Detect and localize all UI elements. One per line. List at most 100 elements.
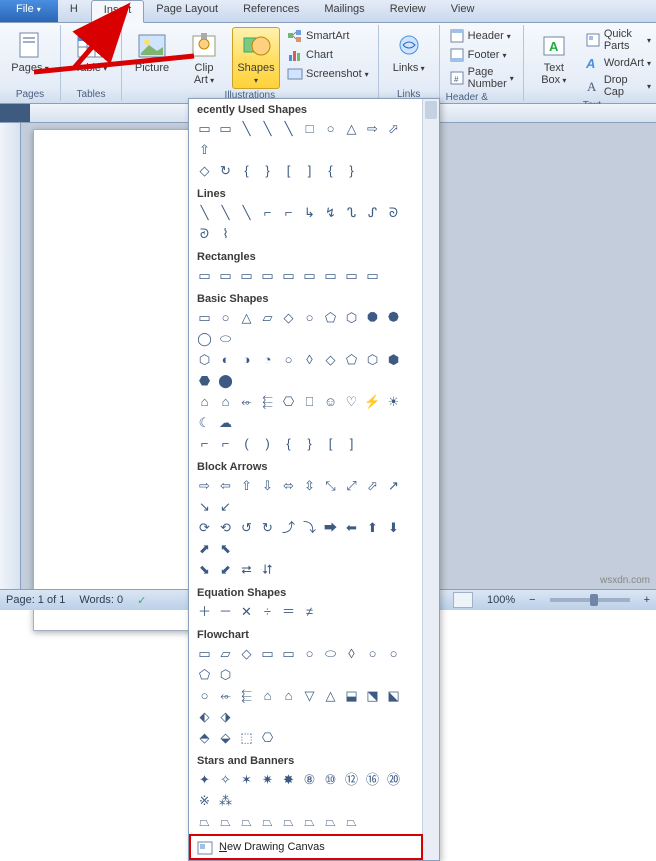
shape-item[interactable]: ╲ xyxy=(237,203,256,222)
shape-item[interactable]: ⯃ xyxy=(363,308,382,327)
shape-item[interactable]: △ xyxy=(321,686,340,705)
shape-item[interactable]: ▭ xyxy=(279,644,298,663)
shape-item[interactable]: ↻ xyxy=(216,161,235,180)
shape-item[interactable]: ↺ xyxy=(237,518,256,537)
shape-item[interactable]: { xyxy=(321,161,340,180)
footer-button[interactable]: Footer ▾ xyxy=(446,46,517,64)
shape-item[interactable]: ▭ xyxy=(195,266,214,285)
shape-item[interactable]: ⬰ xyxy=(237,392,256,411)
shape-item[interactable]: ⮕ xyxy=(321,518,340,537)
shape-item[interactable]: } xyxy=(300,434,319,453)
shape-item[interactable]: ◔ xyxy=(258,350,277,369)
shape-item[interactable]: ⇧ xyxy=(237,476,256,495)
shape-item[interactable]: ⚡ xyxy=(363,392,382,411)
shape-item[interactable]: ⌐ xyxy=(195,434,214,453)
clipart-button[interactable]: Clip Art xyxy=(180,27,228,89)
shape-item[interactable]: ↘ xyxy=(195,497,214,516)
shape-item[interactable]: △ xyxy=(237,308,256,327)
shape-item[interactable]: ) xyxy=(258,434,277,453)
status-words[interactable]: Words: 0 xyxy=(79,594,123,606)
shape-item[interactable]: ] xyxy=(300,161,319,180)
shape-item[interactable]: ⬭ xyxy=(216,329,235,348)
scrollbar-thumb[interactable] xyxy=(425,101,437,119)
zoom-slider[interactable] xyxy=(550,598,630,602)
shape-item[interactable]: ◇ xyxy=(321,350,340,369)
shape-item[interactable]: ⏢ xyxy=(321,812,340,831)
shape-item[interactable]: ▭ xyxy=(237,266,256,285)
shape-item[interactable]: ⌂ xyxy=(195,392,214,411)
shape-item[interactable]: ⬗ xyxy=(216,707,235,726)
shape-item[interactable]: ✦ xyxy=(195,770,214,789)
shape-item[interactable]: ⬄ xyxy=(279,476,298,495)
shape-item[interactable]: ○ xyxy=(279,350,298,369)
shape-item[interactable]: ╲ xyxy=(216,203,235,222)
shape-item[interactable]: ⌂ xyxy=(258,686,277,705)
shape-item[interactable]: ○ xyxy=(300,644,319,663)
screenshot-button[interactable]: Screenshot ▾ xyxy=(284,65,372,83)
shape-item[interactable]: ▭ xyxy=(321,266,340,285)
zoom-in[interactable]: + xyxy=(644,594,650,606)
shape-item[interactable]: ᘑ xyxy=(195,224,214,243)
shape-item[interactable]: ◑ xyxy=(237,350,256,369)
shape-item[interactable]: ⬋ xyxy=(216,560,235,579)
shape-item[interactable]: ⑳ xyxy=(384,770,403,789)
shape-item[interactable]: ᔐ xyxy=(342,203,361,222)
shape-item[interactable]: ▭ xyxy=(195,644,214,663)
new-drawing-canvas[interactable]: New Drawing Canvas xyxy=(189,834,423,860)
tab-insert[interactable]: Insert xyxy=(91,0,145,23)
shape-item[interactable]: ✷ xyxy=(258,770,277,789)
shape-item[interactable]: ▭ xyxy=(300,266,319,285)
shape-item[interactable]: ⬢ xyxy=(384,350,403,369)
shape-item[interactable]: ≠ xyxy=(300,602,319,621)
vertical-ruler[interactable] xyxy=(0,123,21,597)
shape-item[interactable]: ⤡ xyxy=(321,476,340,495)
shape-item[interactable]: ⏢ xyxy=(258,812,277,831)
shape-item[interactable]: ⤴ xyxy=(279,518,298,537)
shape-item[interactable]: ⬊ xyxy=(195,560,214,579)
shape-item[interactable]: ▭ xyxy=(216,119,235,138)
shape-item[interactable]: ⬅ xyxy=(342,518,361,537)
shape-item[interactable]: ⏢ xyxy=(279,812,298,831)
shape-item[interactable]: ⁂ xyxy=(216,791,235,810)
shape-item[interactable]: ⬣ xyxy=(195,371,214,390)
shape-item[interactable]: － xyxy=(216,602,235,621)
shape-item[interactable]: ☾ xyxy=(195,413,214,432)
shape-item[interactable]: ▭ xyxy=(216,266,235,285)
shape-item[interactable]: ⬠ xyxy=(342,350,361,369)
shape-item[interactable]: ⌐ xyxy=(258,203,277,222)
shape-item[interactable]: ⬤ xyxy=(216,371,235,390)
shape-item[interactable]: { xyxy=(279,434,298,453)
shape-item[interactable]: ⬱ xyxy=(258,392,277,411)
header-button[interactable]: Header ▾ xyxy=(446,27,517,45)
shape-item[interactable]: ☺ xyxy=(321,392,340,411)
picture-button[interactable]: Picture xyxy=(128,27,176,77)
shape-item[interactable]: ᔑ xyxy=(363,203,382,222)
shape-item[interactable]: ⇨ xyxy=(363,119,382,138)
status-proofing-icon[interactable]: ✓ xyxy=(137,594,146,607)
shape-item[interactable]: ⎔ xyxy=(279,392,298,411)
shape-item[interactable]: ▭ xyxy=(195,119,214,138)
shape-item[interactable]: ▽ xyxy=(300,686,319,705)
pagenumber-button[interactable]: # Page Number ▾ xyxy=(446,65,517,91)
pages-button[interactable]: Pages xyxy=(6,27,54,77)
shape-item[interactable]: ○ xyxy=(363,644,382,663)
zoom-level[interactable]: 100% xyxy=(487,594,515,606)
shape-item[interactable]: ╲ xyxy=(279,119,298,138)
shape-item[interactable]: ▱ xyxy=(258,308,277,327)
shape-item[interactable]: ⇩ xyxy=(258,476,277,495)
shape-item[interactable]: ▭ xyxy=(258,266,277,285)
tab-review[interactable]: Review xyxy=(378,0,439,22)
table-button[interactable]: Table xyxy=(67,27,115,77)
shape-item[interactable]: ⇦ xyxy=(216,476,235,495)
tab-home-truncated[interactable]: H xyxy=(58,0,91,22)
shape-item[interactable]: ⮂ xyxy=(237,560,256,579)
shape-item[interactable]: ⬡ xyxy=(216,665,235,684)
shape-item[interactable]: ⑩ xyxy=(321,770,340,789)
shape-item[interactable]: ○ xyxy=(195,686,214,705)
shape-item[interactable]: } xyxy=(258,161,277,180)
shape-item[interactable]: ▭ xyxy=(342,266,361,285)
shape-item[interactable]: ╲ xyxy=(237,119,256,138)
wordart-button[interactable]: A WordArt ▾ xyxy=(582,54,654,72)
shape-item[interactable]: ⬰ xyxy=(216,686,235,705)
view-draft[interactable] xyxy=(453,592,473,608)
